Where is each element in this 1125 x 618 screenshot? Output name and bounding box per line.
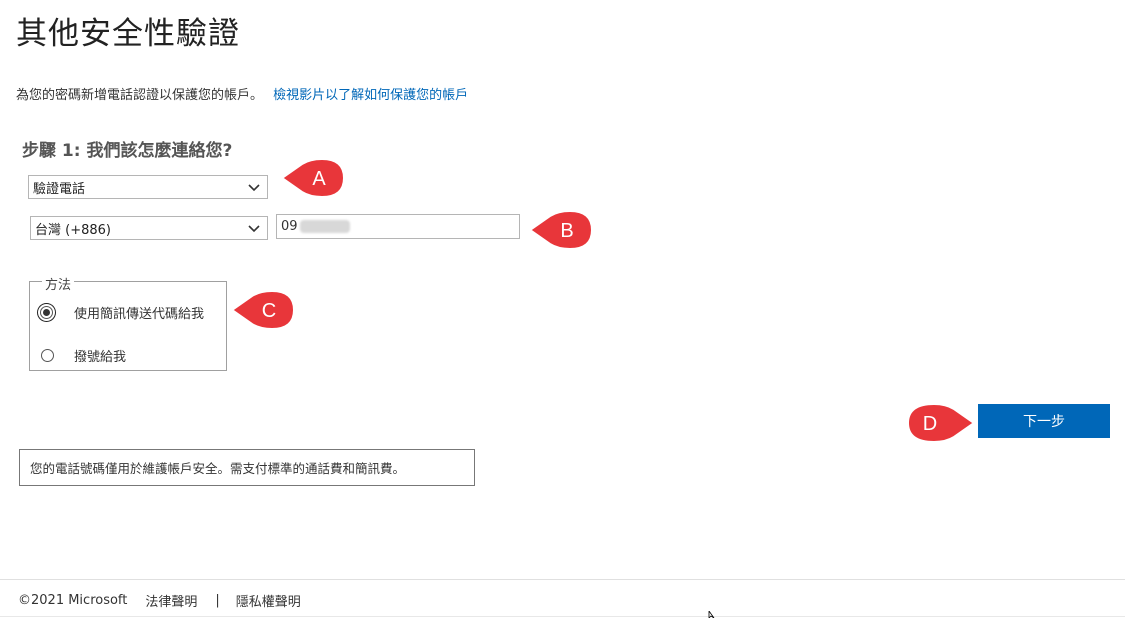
intro-text-row: 為您的密碼新增電話認證以保護您的帳戶。 檢視影片以了解如何保護您的帳戶: [16, 84, 468, 103]
country-code-value: 台灣 (+886): [35, 222, 111, 238]
radio-option-call[interactable]: 撥號給我: [41, 346, 126, 365]
redacted-digits: [299, 220, 350, 233]
callout-a-label: A: [312, 168, 326, 190]
callout-b-marker: B: [528, 209, 594, 251]
intro-text: 為您的密碼新增電話認證以保護您的帳戶。: [16, 88, 264, 103]
contact-method-value: 驗證電話: [33, 181, 86, 197]
callout-b-label: B: [560, 220, 573, 242]
privacy-link[interactable]: 隱私權聲明: [236, 591, 301, 610]
page-title: 其他安全性驗證: [16, 16, 240, 52]
footer-divider: [0, 579, 1125, 580]
callout-d-label: D: [923, 413, 937, 435]
video-link[interactable]: 檢視影片以了解如何保護您的帳戶: [273, 88, 468, 103]
bottom-divider: [0, 616, 1125, 617]
copyright-text: ©2021 Microsoft: [18, 593, 128, 608]
footer-separator: |: [215, 593, 220, 608]
radio-option-sms[interactable]: 使用簡訊傳送代碼給我: [40, 303, 204, 322]
step-heading: 步驟 1: 我們該怎麼連絡您?: [22, 141, 233, 161]
sms-radio-label: 使用簡訊傳送代碼給我: [74, 307, 205, 322]
callout-c-label: C: [262, 300, 276, 322]
country-code-select[interactable]: 台灣 (+886): [30, 216, 268, 240]
callout-c-marker: C: [230, 289, 296, 331]
callout-a-marker: A: [280, 157, 346, 199]
chevron-down-icon: [248, 184, 260, 192]
mouse-cursor-icon: [708, 611, 715, 618]
call-radio-button[interactable]: [41, 349, 54, 362]
sms-radio-button[interactable]: [40, 306, 53, 319]
method-legend: 方法: [42, 274, 75, 293]
chevron-down-icon: [248, 225, 260, 233]
legal-link[interactable]: 法律聲明: [145, 591, 197, 610]
phone-number-input[interactable]: 09: [276, 214, 520, 239]
contact-method-select[interactable]: 驗證電話: [28, 175, 268, 199]
call-radio-label: 撥號給我: [74, 350, 127, 365]
callout-d-marker: D: [906, 402, 976, 444]
footer: ©2021 Microsoft 法律聲明 | 隱私權聲明: [18, 591, 319, 610]
notice-box: 您的電話號碼僅用於維護帳戶安全。需支付標準的通話費和簡訊費。: [19, 449, 475, 486]
phone-number-value: 09: [281, 219, 298, 234]
next-button[interactable]: 下一步: [978, 404, 1110, 438]
